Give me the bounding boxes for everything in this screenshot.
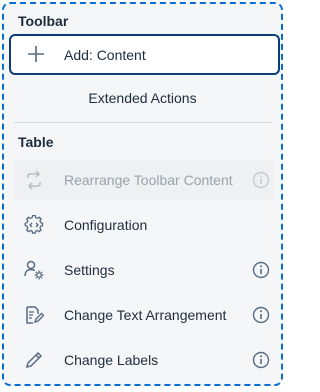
table-section-title: Table — [18, 134, 54, 150]
info-icon — [252, 171, 270, 189]
pencil-icon — [25, 351, 43, 369]
menu-item-label: Change Text Arrangement — [64, 307, 227, 323]
rearrange-icon — [27, 170, 41, 190]
menu-item-label: Rearrange Toolbar Content — [64, 172, 233, 188]
extended-actions-button[interactable]: Extended Actions — [4, 90, 281, 106]
menu-item-label: Settings — [64, 262, 115, 278]
info-icon[interactable] — [252, 306, 270, 324]
toolbar-section-title: Toolbar — [18, 13, 69, 29]
menu-item-rearrange-toolbar-content: Rearrange Toolbar Content — [14, 160, 274, 200]
text-arrangement-icon — [26, 306, 44, 324]
configuration-icon — [24, 215, 44, 234]
add-content-label: Add: Content — [64, 47, 146, 63]
info-icon[interactable] — [252, 351, 270, 369]
info-icon[interactable] — [252, 261, 270, 279]
settings-icon — [24, 260, 44, 280]
add-content-button[interactable]: Add: Content — [9, 34, 280, 75]
plus-icon — [28, 46, 44, 62]
context-menu-panel: Toolbar Add: Content Extended Actions Ta… — [2, 2, 283, 386]
section-divider — [14, 122, 271, 123]
menu-item-change-labels[interactable]: Change Labels — [14, 340, 274, 380]
menu-item-change-text-arrangement[interactable]: Change Text Arrangement — [14, 295, 274, 335]
menu-item-configuration[interactable]: Configuration — [14, 205, 274, 245]
menu-item-label: Configuration — [64, 217, 148, 233]
menu-item-settings[interactable]: Settings — [14, 250, 274, 290]
menu-item-label: Change Labels — [64, 352, 159, 368]
